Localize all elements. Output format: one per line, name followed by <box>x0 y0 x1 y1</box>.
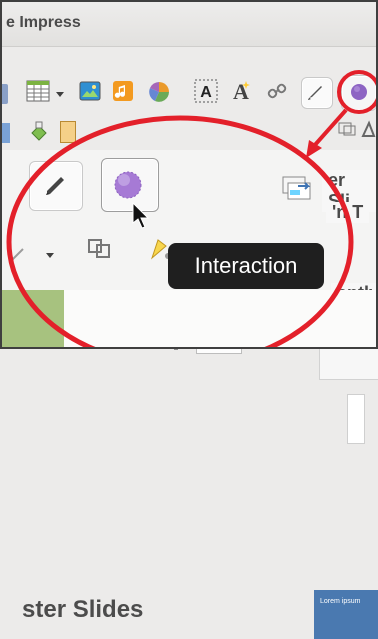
master-slides-title: ster Slides <box>22 596 144 623</box>
thumbnail-caption: Lorem ipsum <box>320 598 361 605</box>
mouse-pointer-icon <box>132 201 150 230</box>
duplicate-icon[interactable] <box>86 236 112 260</box>
scrollbar[interactable] <box>347 394 365 444</box>
right-edge-icon-2[interactable] <box>361 120 376 138</box>
master-slide-thumbnail[interactable]: Lorem ipsum <box>314 590 378 639</box>
svg-text:A: A <box>233 79 249 103</box>
right-panel-title-2: 'n T <box>326 202 370 223</box>
left-partial-icon <box>0 123 10 143</box>
fontwork-icon[interactable]: A <box>229 79 253 104</box>
pencil-large-icon <box>44 173 68 197</box>
left-tool-dropdown-arrow[interactable] <box>46 253 54 258</box>
interaction-tooltip: Interaction <box>168 243 324 289</box>
chart-icon[interactable] <box>147 80 171 104</box>
right-panel-title-2-box <box>319 346 378 380</box>
interaction-icon <box>349 82 369 102</box>
document-icon[interactable] <box>60 121 76 143</box>
toolbar-row-2 <box>0 118 378 150</box>
shape-icon[interactable] <box>27 119 51 143</box>
interaction-large-icon <box>112 169 144 201</box>
master-slides-pane: ster Slides Lorem ipsum <box>0 290 378 639</box>
music-icon[interactable] <box>112 80 134 102</box>
slide-transition-icon[interactable] <box>280 174 316 204</box>
toolbar-row-1: A A <box>0 72 378 118</box>
left-edge-icon <box>0 84 8 104</box>
svg-text:A: A <box>200 84 212 101</box>
link-icon[interactable] <box>266 80 288 102</box>
right-edge-icon-1[interactable] <box>337 119 357 139</box>
title-bar: e Impress <box>0 0 378 47</box>
pencil-icon <box>306 82 326 102</box>
textbox-icon[interactable]: A <box>194 79 218 103</box>
table-icon[interactable] <box>26 79 50 103</box>
image-icon[interactable] <box>79 80 101 102</box>
left-tool-icon[interactable] <box>7 245 27 265</box>
table-dropdown-arrow[interactable] <box>56 92 64 97</box>
window-title: e Impress <box>6 14 81 31</box>
